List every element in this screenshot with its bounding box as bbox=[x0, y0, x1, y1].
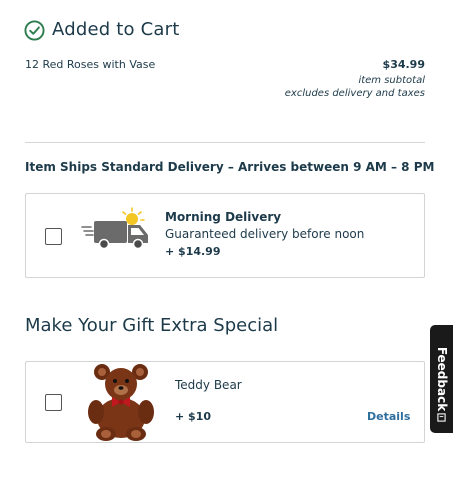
teddy-bear-details-link[interactable]: Details bbox=[367, 410, 410, 423]
shipping-heading: Item Ships Standard Delivery – Arrives b… bbox=[25, 160, 435, 174]
teddy-bear-checkbox[interactable] bbox=[45, 394, 62, 411]
teddy-bear-image bbox=[88, 364, 154, 441]
morning-delivery-checkbox[interactable] bbox=[45, 228, 62, 245]
item-subtotal-label: item subtotal bbox=[358, 75, 425, 86]
morning-delivery-description: Guaranteed delivery before noon bbox=[165, 227, 365, 241]
gift-section-heading: Make Your Gift Extra Special bbox=[25, 315, 279, 336]
teddy-bear-name: Teddy Bear bbox=[175, 378, 242, 392]
section-divider bbox=[25, 142, 425, 143]
feedback-tab[interactable]: Feedback bbox=[429, 324, 454, 434]
excludes-note: excludes delivery and taxes bbox=[284, 88, 425, 99]
product-price: $34.99 bbox=[382, 58, 425, 71]
check-circle-icon bbox=[24, 20, 45, 41]
feedback-icon bbox=[437, 413, 446, 422]
added-to-cart-title: Added to Cart bbox=[52, 19, 180, 40]
feedback-label: Feedback bbox=[434, 346, 449, 412]
morning-delivery-price: + $14.99 bbox=[165, 245, 221, 258]
morning-delivery-title: Morning Delivery bbox=[165, 210, 282, 224]
teddy-bear-price: + $10 bbox=[175, 410, 212, 423]
product-name: 12 Red Roses with Vase bbox=[25, 58, 156, 71]
delivery-truck-icon bbox=[81, 207, 148, 250]
